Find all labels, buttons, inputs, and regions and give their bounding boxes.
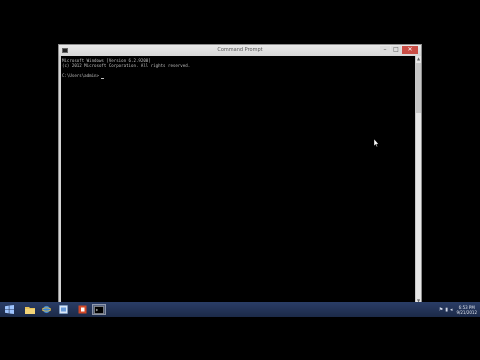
volume-icon[interactable]: ◂ <box>450 307 453 313</box>
tray-icons: ⚑ ▮ ◂ <box>439 307 453 313</box>
system-tray: ⚑ ▮ ◂ 6:53 PM 9/21/2012 <box>439 303 477 316</box>
taskbar: ⚑ ▮ ◂ 6:53 PM 9/21/2012 <box>0 302 480 317</box>
office-icon <box>78 305 86 314</box>
maximize-button[interactable]: □ <box>391 46 401 54</box>
console-output[interactable]: Microsoft Windows [Version 6.2.9200] (c)… <box>61 56 415 304</box>
cmd-icon <box>94 305 104 314</box>
windows-logo-icon <box>4 305 14 314</box>
taskbar-clock[interactable]: 6:53 PM 9/21/2012 <box>456 305 477 315</box>
mouse-pointer-icon <box>374 139 379 147</box>
window-titlebar[interactable]: Command Prompt – □ ✕ <box>59 45 421 56</box>
app-taskbar-button[interactable] <box>57 304 69 315</box>
close-button[interactable]: ✕ <box>402 46 418 54</box>
app-icon <box>58 305 68 314</box>
ie-icon <box>41 305 51 314</box>
vertical-scrollbar[interactable]: ▲ ▼ <box>415 56 421 304</box>
window-controls: – □ ✕ <box>380 46 418 54</box>
clock-time: 6:53 PM <box>458 304 475 310</box>
command-prompt-window: Command Prompt – □ ✕ Microsoft Windows [… <box>58 44 422 305</box>
clock-date: 9/21/2012 <box>456 309 477 315</box>
start-button[interactable] <box>3 304 15 315</box>
minimize-button[interactable]: – <box>380 46 390 54</box>
console-copyright-line: (c) 2012 Microsoft Corporation. All righ… <box>62 63 191 68</box>
scroll-up-icon[interactable]: ▲ <box>416 56 421 62</box>
file-explorer-taskbar-button[interactable] <box>24 304 36 315</box>
internet-explorer-taskbar-button[interactable] <box>40 304 52 315</box>
window-title: Command Prompt <box>217 47 263 53</box>
office-app-taskbar-button[interactable] <box>76 304 88 315</box>
desktop: Command Prompt – □ ✕ Microsoft Windows [… <box>0 0 480 360</box>
command-prompt-taskbar-button[interactable] <box>92 304 106 315</box>
network-icon[interactable]: ▮ <box>445 307 448 313</box>
console-prompt-line: C:\Users\admin> <box>62 73 99 78</box>
flag-icon[interactable]: ⚑ <box>439 307 443 313</box>
scroll-thumb[interactable] <box>416 63 421 113</box>
text-cursor <box>101 78 104 79</box>
folder-icon <box>25 306 35 314</box>
letterbox-bottom <box>0 317 480 360</box>
